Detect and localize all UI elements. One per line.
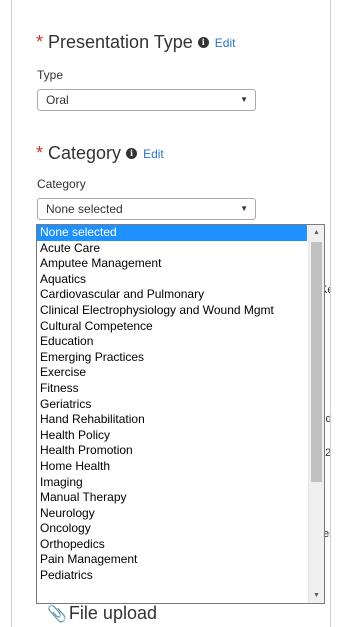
- category-heading: * Category i Edit: [36, 143, 164, 164]
- required-marker: *: [36, 32, 44, 52]
- category-option[interactable]: Health Policy: [37, 428, 307, 444]
- category-option[interactable]: Education: [37, 334, 307, 350]
- number-fragment: 210: [325, 447, 331, 459]
- category-option[interactable]: Oncology: [37, 521, 307, 537]
- caret-down-icon: ▼: [240, 95, 248, 104]
- category-field-label: Category: [37, 177, 86, 191]
- category-option[interactable]: Home Health: [37, 459, 307, 475]
- category-option[interactable]: Manual Therapy: [37, 490, 307, 506]
- caret-down-icon: ▼: [240, 204, 248, 213]
- keyword-select-fragment[interactable]: No: [330, 306, 331, 328]
- category-option[interactable]: Hand Rehabilitation: [37, 412, 307, 428]
- category-option[interactable]: Cardiovascular and Pulmonary: [37, 287, 307, 303]
- category-option[interactable]: Orthopedics: [37, 537, 307, 553]
- category-option[interactable]: Exercise: [37, 365, 307, 381]
- category-option[interactable]: Health Promotion: [37, 443, 307, 459]
- type-select-value: Oral: [46, 93, 69, 107]
- category-option[interactable]: Clinical Electrophysiology and Wound Mgm…: [37, 303, 307, 319]
- file-upload-heading: 📎 File upload: [47, 603, 157, 624]
- dropdown-scrollbar[interactable]: ▲ ▼: [308, 225, 324, 603]
- type-select[interactable]: Oral ▼: [37, 89, 256, 111]
- info-circle-icon[interactable]: i: [197, 37, 209, 48]
- category-options: None selected Acute Care Amputee Managemen…: [37, 225, 307, 584]
- category-title: Category: [48, 143, 122, 163]
- presentation-type-edit-link[interactable]: Edit: [215, 36, 236, 50]
- category-select[interactable]: None selected ▼: [37, 198, 256, 220]
- file-upload-label: File upload: [68, 603, 157, 623]
- category-option[interactable]: Geriatrics: [37, 397, 307, 413]
- scroll-down-arrow-icon[interactable]: ▼: [309, 588, 324, 603]
- category-option[interactable]: Fitness: [37, 381, 307, 397]
- scroll-thumb[interactable]: [311, 242, 322, 482]
- category-dropdown-list[interactable]: None selected Acute Care Amputee Managemen…: [36, 224, 325, 604]
- category-option[interactable]: Acute Care: [37, 241, 307, 257]
- required-marker: *: [36, 143, 44, 163]
- category-option[interactable]: Pediatrics: [37, 568, 307, 584]
- category-option[interactable]: Emerging Practices: [37, 350, 307, 366]
- presentation-type-title: Presentation Type: [48, 32, 193, 52]
- category-option[interactable]: Imaging: [37, 475, 307, 491]
- category-option[interactable]: Amputee Management: [37, 256, 307, 272]
- category-option[interactable]: Neurology: [37, 506, 307, 522]
- category-option[interactable]: Aquatics: [37, 272, 307, 288]
- category-option[interactable]: Pain Management: [37, 552, 307, 568]
- category-option[interactable]: Cultural Competence: [37, 319, 307, 335]
- category-select-value: None selected: [46, 202, 123, 216]
- info-circle-icon[interactable]: i: [126, 148, 138, 159]
- category-option[interactable]: None selected: [37, 225, 307, 241]
- category-edit-link[interactable]: Edit: [143, 147, 164, 161]
- scroll-up-arrow-icon[interactable]: ▲: [309, 225, 324, 240]
- presentation-type-heading: * Presentation Type i Edit: [36, 32, 235, 53]
- paperclip-icon: 📎: [47, 605, 67, 623]
- type-field-label: Type: [37, 68, 64, 82]
